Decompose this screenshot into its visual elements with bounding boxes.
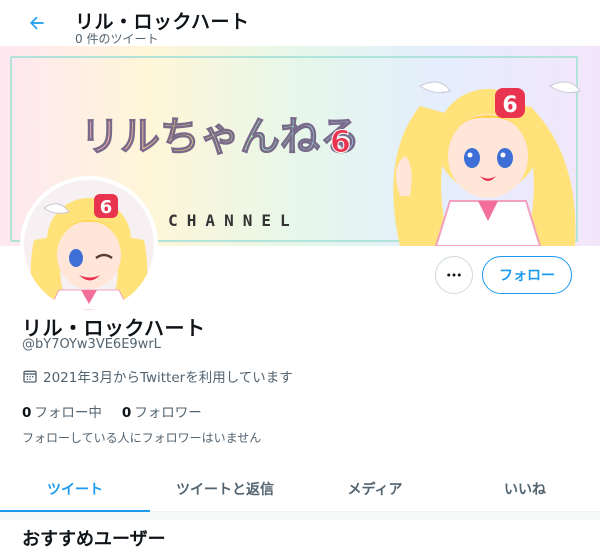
tab-tweets[interactable]: ツイート (0, 466, 150, 512)
following-link[interactable]: 0 フォロー中 (22, 401, 102, 421)
tab-label: いいね (504, 481, 546, 498)
follow-stats: 0 フォロー中 0 フォロワー (22, 401, 202, 421)
followers-count: 0 (121, 405, 132, 421)
following-count: 0 (22, 405, 32, 421)
badge-six-icon: 6 (495, 88, 525, 118)
followers-link[interactable]: 0 フォロワー (122, 401, 202, 421)
tab-label: ツイート (47, 481, 103, 498)
following-label: フォロー中 (34, 405, 102, 421)
banner-badge-number: 6 (502, 93, 517, 118)
banner-title-text: リルちゃんねる (80, 114, 360, 160)
tab-media[interactable]: メディア (300, 466, 450, 511)
follow-button[interactable]: フォロー (482, 256, 572, 294)
profile-handle: @bY7OYw3VE6E9wrL (22, 337, 161, 352)
tab-likes[interactable]: いいね (450, 466, 600, 511)
arrow-left-icon (30, 16, 44, 30)
tab-tweets-and-replies[interactable]: ツイートと返信 (150, 466, 300, 511)
join-date-text: 2021年3月からTwitterを利用しています (43, 370, 293, 386)
tab-label: ツイートと返信 (176, 481, 274, 498)
banner-title-art: リルちゃんねる 6 (80, 113, 361, 160)
tweet-count: 0 件のツイート (75, 32, 159, 46)
tab-label: メディア (347, 481, 403, 498)
more-horizontal-icon (447, 273, 461, 277)
avatar-image: 6 (24, 180, 154, 310)
followers-label: フォロワー (134, 405, 202, 421)
section-divider (0, 512, 600, 520)
avatar[interactable]: 6 (20, 176, 158, 314)
more-button[interactable] (435, 256, 473, 294)
svg-text:6: 6 (100, 197, 113, 218)
join-date: 2021年3月からTwitterを利用しています (22, 366, 293, 386)
followed-by-note: フォローしている人にフォロワーはいません (22, 431, 262, 445)
top-bar: リル・ロックハート 0 件のツイート (0, 0, 600, 46)
profile-tabs: ツイート ツイートと返信 メディア いいね (0, 466, 600, 512)
calendar-icon (23, 370, 37, 383)
recommended-users-title: おすすめユーザー (22, 529, 166, 550)
banner-character-art: 6 (393, 81, 581, 246)
back-button[interactable] (20, 6, 54, 40)
banner-title-number: 6 (330, 125, 351, 160)
